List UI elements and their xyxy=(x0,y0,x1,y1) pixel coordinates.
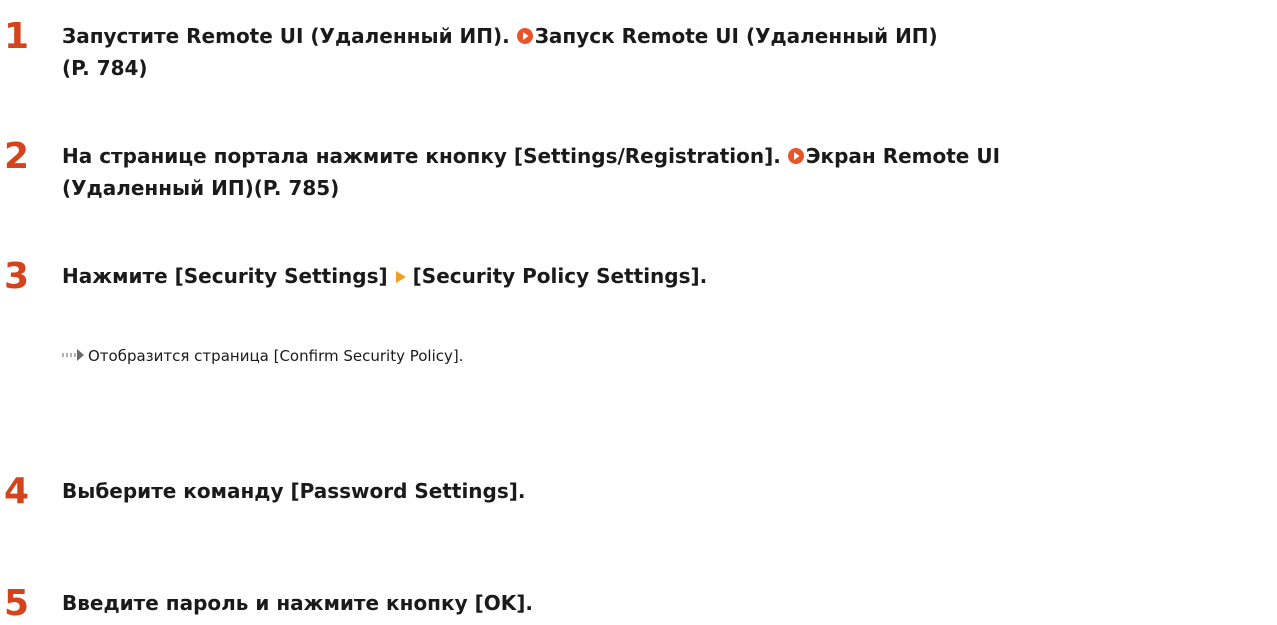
link-page: (P. 784) xyxy=(62,56,148,80)
step-number: 5 xyxy=(4,583,30,624)
step-instruction: Запустите Remote UI (Удаленный ИП). xyxy=(62,24,517,48)
link-label: Экран Remote UI xyxy=(805,144,1001,168)
step-instruction-continued: [Security Policy Settings]. xyxy=(412,264,708,288)
step-text: Введите пароль и нажмите кнопку [OK]. xyxy=(62,591,533,615)
step-number: 4 xyxy=(4,471,30,512)
step-instruction: Нажмите [Security Settings] xyxy=(62,264,388,288)
link-arrow-icon xyxy=(516,28,533,44)
step-text: Выберите команду [Password Settings]. xyxy=(62,479,526,503)
link-label: Запуск Remote UI (Удаленный ИП) xyxy=(534,24,938,48)
result-arrow-icon xyxy=(62,349,84,361)
step-3-result: Отобразится страница [Confirm Security P… xyxy=(62,345,1262,367)
link-arrow-icon xyxy=(787,148,804,164)
step-instruction: На странице портала нажмите кнопку [Sett… xyxy=(62,144,788,168)
link-page: (Удаленный ИП)(P. 785) xyxy=(62,176,340,200)
step-text: Нажмите [Security Settings] [Security Pol… xyxy=(62,260,1262,292)
step-text: На странице портала нажмите кнопку [Sett… xyxy=(62,140,1262,204)
step-text: Запустите Remote UI (Удаленный ИП). Запу… xyxy=(62,20,1262,84)
step-number: 3 xyxy=(4,256,30,297)
result-text: Отобразится страница [Confirm Security P… xyxy=(88,347,464,365)
menu-path-arrow-icon xyxy=(395,271,406,283)
step-number: 2 xyxy=(4,136,30,177)
step-number: 1 xyxy=(4,16,30,57)
